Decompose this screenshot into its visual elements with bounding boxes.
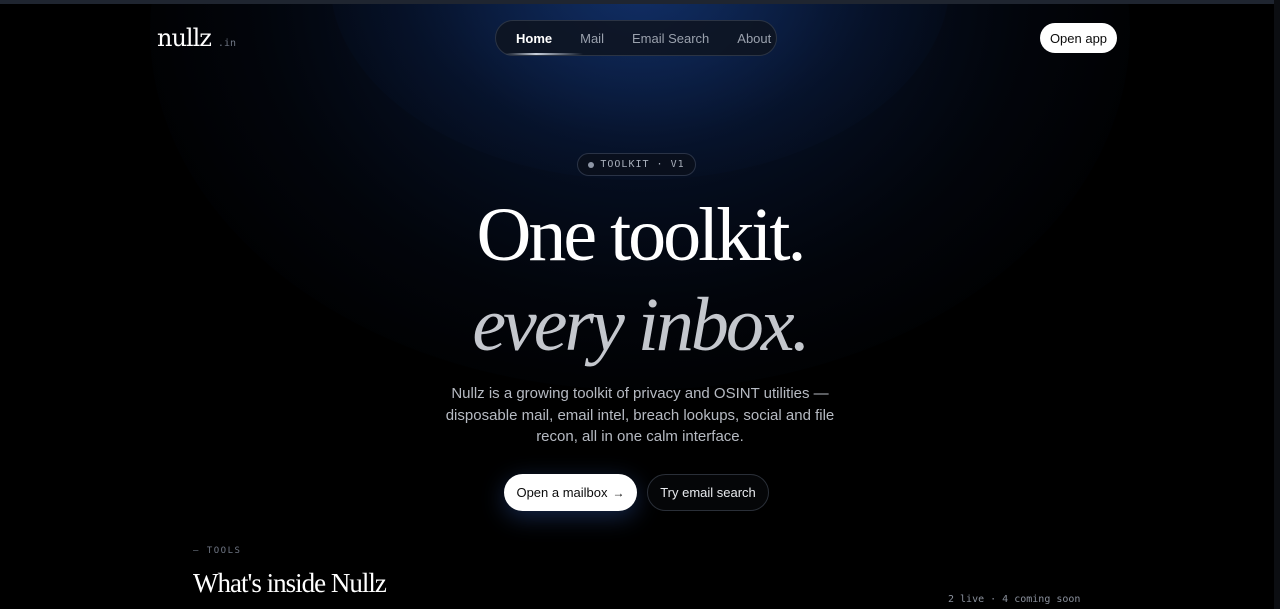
hero-description: Nullz is a growing toolkit of privacy an…: [445, 385, 835, 445]
try-email-search-button[interactable]: Try email search: [647, 474, 769, 511]
logo-name: nullz: [157, 24, 212, 52]
hero-title-line-2: every inbox.: [472, 283, 810, 367]
nav-item-email-search[interactable]: Email Search: [632, 31, 709, 46]
site-logo[interactable]: nullz .in: [157, 24, 236, 52]
nav-item-home[interactable]: Home: [516, 31, 552, 46]
nav-item-mail[interactable]: Mail: [580, 31, 604, 46]
logo-tld: .in: [217, 38, 236, 49]
main-nav: Home Mail Email Search About: [495, 20, 777, 56]
nav-item-about[interactable]: About: [737, 31, 771, 46]
tools-eyebrow: — TOOLS: [193, 546, 242, 556]
tools-section-title: What's inside Nullz: [193, 568, 387, 598]
open-mailbox-label: Open a mailbox: [516, 485, 608, 500]
nav-active-indicator: [505, 53, 583, 55]
hero-title-line-1: One toolkit.: [476, 193, 806, 277]
open-app-button[interactable]: Open app: [1040, 23, 1117, 53]
tools-status-count: 2 live · 4 coming soon: [948, 594, 1081, 605]
window-top-border: [0, 0, 1280, 4]
badge-text: TOOLKIT · V1: [600, 159, 685, 170]
open-mailbox-button[interactable]: Open a mailbox →: [504, 474, 637, 511]
arrow-right-icon: →: [612, 485, 625, 500]
version-badge: TOOLKIT · V1: [577, 153, 696, 176]
status-dot-icon: [588, 161, 595, 168]
landing-page: nullz .in Home Mail Email Search About O…: [0, 0, 1280, 609]
